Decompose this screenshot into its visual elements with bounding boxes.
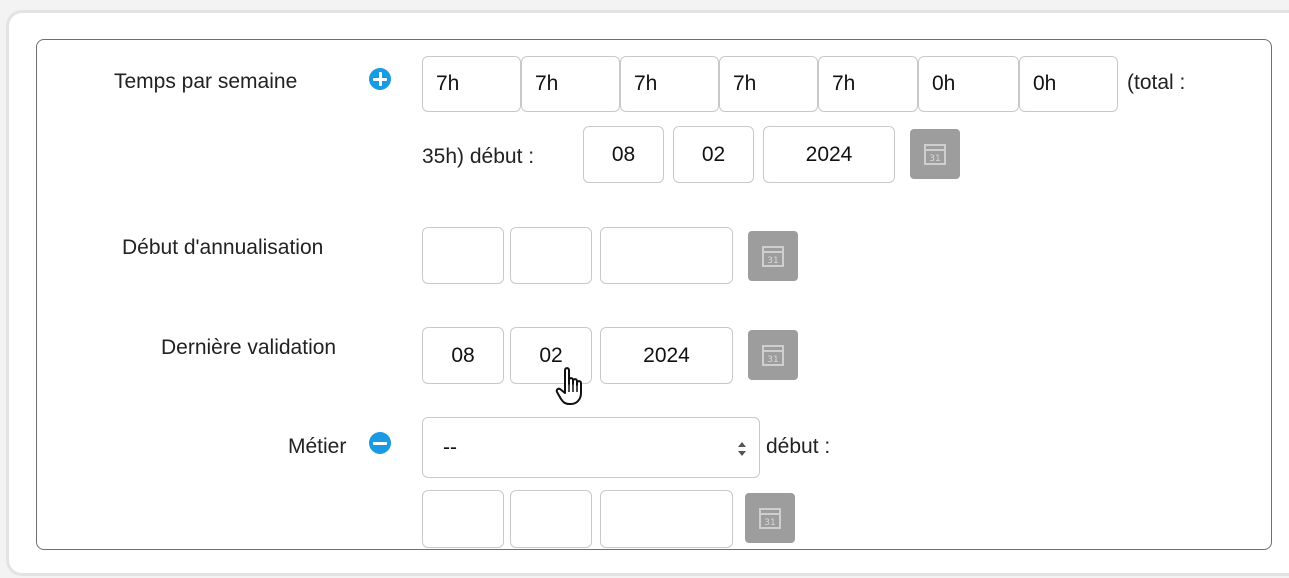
hours-day-7-input[interactable]: 0h bbox=[1019, 56, 1118, 112]
svg-text:31: 31 bbox=[767, 355, 778, 365]
last-validation-label: Dernière validation bbox=[161, 336, 337, 359]
last-validation-year-input[interactable]: 2024 bbox=[600, 327, 733, 384]
job-select[interactable]: -- bbox=[422, 417, 760, 478]
hours-day-2-input[interactable]: 7h bbox=[521, 56, 620, 112]
hours-day-3-input[interactable]: 7h bbox=[620, 56, 719, 112]
job-start-day-input[interactable] bbox=[422, 490, 504, 548]
weekly-start-calendar-button[interactable]: 31 bbox=[910, 129, 960, 179]
remove-circle-icon[interactable] bbox=[369, 432, 391, 454]
hours-day-5-input[interactable]: 7h bbox=[818, 56, 918, 112]
calendar-icon: 31 bbox=[759, 508, 781, 529]
annualisation-month-input[interactable] bbox=[510, 227, 592, 284]
calendar-icon: 31 bbox=[762, 246, 784, 267]
total-open-text: (total : bbox=[1127, 71, 1186, 94]
hours-day-1-input[interactable]: 7h bbox=[422, 56, 521, 112]
hours-day-4-input[interactable]: 7h bbox=[719, 56, 818, 112]
total-and-start-text: 35h) début : bbox=[422, 145, 535, 168]
job-start-label: début : bbox=[766, 435, 831, 458]
weekly-start-month-input[interactable]: 02 bbox=[673, 126, 754, 183]
select-arrows-icon bbox=[738, 442, 746, 456]
job-start-month-input[interactable] bbox=[510, 490, 592, 548]
job-label: Métier bbox=[288, 435, 347, 458]
job-select-value: -- bbox=[443, 435, 457, 459]
hand-pointer-cursor-icon bbox=[555, 367, 582, 405]
weekly-start-day-input[interactable]: 08 bbox=[583, 126, 664, 183]
hours-day-6-input[interactable]: 0h bbox=[918, 56, 1019, 112]
calendar-icon: 31 bbox=[762, 345, 784, 366]
weekly-hours-label: Temps par semaine bbox=[114, 70, 298, 93]
job-start-year-input[interactable] bbox=[600, 490, 733, 548]
svg-text:31: 31 bbox=[767, 256, 778, 266]
annualisation-label: Début d'annualisation bbox=[122, 236, 324, 259]
calendar-icon: 31 bbox=[924, 144, 946, 165]
svg-text:31: 31 bbox=[929, 154, 940, 164]
annualisation-day-input[interactable] bbox=[422, 227, 504, 284]
svg-text:31: 31 bbox=[764, 518, 775, 528]
add-circle-icon[interactable] bbox=[369, 68, 391, 90]
weekly-start-year-input[interactable]: 2024 bbox=[763, 126, 895, 183]
job-start-calendar-button[interactable]: 31 bbox=[745, 493, 795, 543]
last-validation-calendar-button[interactable]: 31 bbox=[748, 330, 798, 380]
annualisation-year-input[interactable] bbox=[600, 227, 733, 284]
last-validation-day-input[interactable]: 08 bbox=[422, 327, 504, 384]
annualisation-calendar-button[interactable]: 31 bbox=[748, 231, 798, 281]
